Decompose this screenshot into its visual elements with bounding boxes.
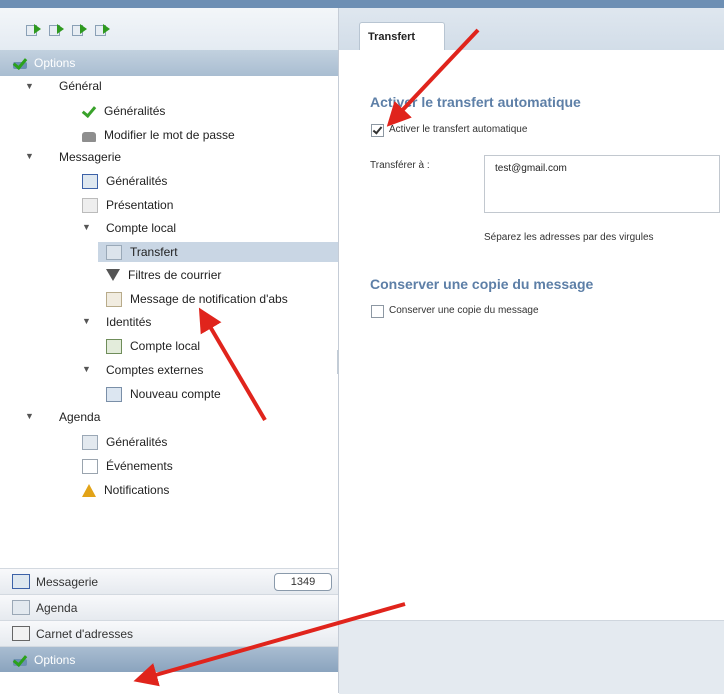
top-strip xyxy=(0,0,724,8)
tab-bar: Transfert xyxy=(339,8,724,50)
tree-item-events[interactable]: Événements xyxy=(82,457,173,475)
keep-copy-checkbox[interactable] xyxy=(371,305,384,318)
nav-messaging[interactable]: Messagerie 1349 xyxy=(0,568,338,594)
tree-item-identities[interactable]: Identités xyxy=(106,313,151,331)
panel-footer xyxy=(339,620,724,694)
forward-to-label: Transférer à : xyxy=(370,160,430,171)
new-account-icon xyxy=(106,386,122,402)
tree-item-local-account[interactable]: Compte local xyxy=(106,219,176,237)
section-title-keep-copy: Conserver une copie du message xyxy=(370,276,594,292)
note-icon xyxy=(106,291,122,307)
new-item-icon[interactable] xyxy=(26,23,41,36)
options-section-title: Options xyxy=(34,56,76,70)
page-icon xyxy=(82,197,98,213)
unread-count-badge: 1349 xyxy=(274,572,332,591)
options-tree: ▼ Général Généralités Modifier le mot de… xyxy=(0,76,338,564)
calendar-icon xyxy=(12,600,30,615)
bottom-nav: Messagerie 1349 Agenda Carnet d'adresses… xyxy=(0,568,338,672)
address-book-icon xyxy=(12,626,30,641)
tree-item-messaging-settings[interactable]: Généralités xyxy=(82,172,167,190)
expand-arrow-icon[interactable]: ▼ xyxy=(82,222,91,232)
forward-address-textarea[interactable]: test@gmail.com xyxy=(484,155,720,213)
forward-icon xyxy=(106,244,122,260)
forward-arrow-icon[interactable] xyxy=(49,23,64,36)
calendar-icon xyxy=(82,434,98,450)
tree-item-identity-local[interactable]: Compte local xyxy=(106,337,200,355)
filter-icon xyxy=(106,269,120,281)
tree-item-calendar[interactable]: Agenda xyxy=(59,408,100,426)
check-icon xyxy=(82,105,96,118)
address-hint: Séparez les adresses par des virgules xyxy=(484,232,654,243)
tree-item-general[interactable]: Général xyxy=(59,77,102,95)
options-section-header[interactable]: Options xyxy=(0,50,338,76)
sidebar-toolbar xyxy=(0,8,338,50)
bell-icon xyxy=(82,483,96,497)
expand-arrow-icon[interactable]: ▼ xyxy=(25,151,34,161)
nav-options[interactable]: Options xyxy=(0,646,338,672)
nav-calendar[interactable]: Agenda xyxy=(0,594,338,620)
mail-icon xyxy=(12,574,30,589)
import-icon[interactable] xyxy=(95,23,110,36)
expand-arrow-icon[interactable]: ▼ xyxy=(82,364,91,374)
settings-panel: Transfert Activer le transfert automatiq… xyxy=(339,8,724,694)
options-check-icon xyxy=(12,653,28,667)
tree-item-new-account[interactable]: Nouveau compte xyxy=(106,385,221,403)
mail-settings-icon xyxy=(82,173,98,189)
section-title-auto-forward: Activer le transfert automatique xyxy=(370,94,581,110)
events-icon xyxy=(82,458,98,474)
lock-icon xyxy=(82,131,96,142)
keep-copy-label: Conserver une copie du message xyxy=(389,305,539,316)
forward-all-icon[interactable] xyxy=(72,23,87,36)
tree-item-change-password[interactable]: Modifier le mot de passe xyxy=(82,126,235,144)
options-check-icon xyxy=(12,56,28,70)
tree-item-mail-filters[interactable]: Filtres de courrier xyxy=(106,266,221,284)
identity-icon xyxy=(106,338,122,354)
expand-arrow-icon[interactable]: ▼ xyxy=(82,316,91,326)
enable-forward-checkbox[interactable] xyxy=(371,124,384,137)
tree-item-absence-notice[interactable]: Message de notification d'abs xyxy=(106,290,338,308)
nav-address-book[interactable]: Carnet d'adresses xyxy=(0,620,338,646)
tree-item-notifications[interactable]: Notifications xyxy=(82,481,169,499)
tab-transfer[interactable]: Transfert xyxy=(359,22,445,50)
enable-forward-label: Activer le transfert automatique xyxy=(389,124,528,135)
expand-arrow-icon[interactable]: ▼ xyxy=(25,81,34,91)
tree-item-transfer[interactable]: Transfert xyxy=(98,242,338,262)
expand-arrow-icon[interactable]: ▼ xyxy=(25,411,34,421)
tree-item-presentation[interactable]: Présentation xyxy=(82,196,173,214)
forward-address-value: test@gmail.com xyxy=(495,163,567,174)
tree-item-external-accounts[interactable]: Comptes externes xyxy=(106,361,203,379)
tree-item-general-settings[interactable]: Généralités xyxy=(82,102,165,120)
tree-item-calendar-settings[interactable]: Généralités xyxy=(82,433,167,451)
tree-item-messaging[interactable]: Messagerie xyxy=(59,148,121,166)
